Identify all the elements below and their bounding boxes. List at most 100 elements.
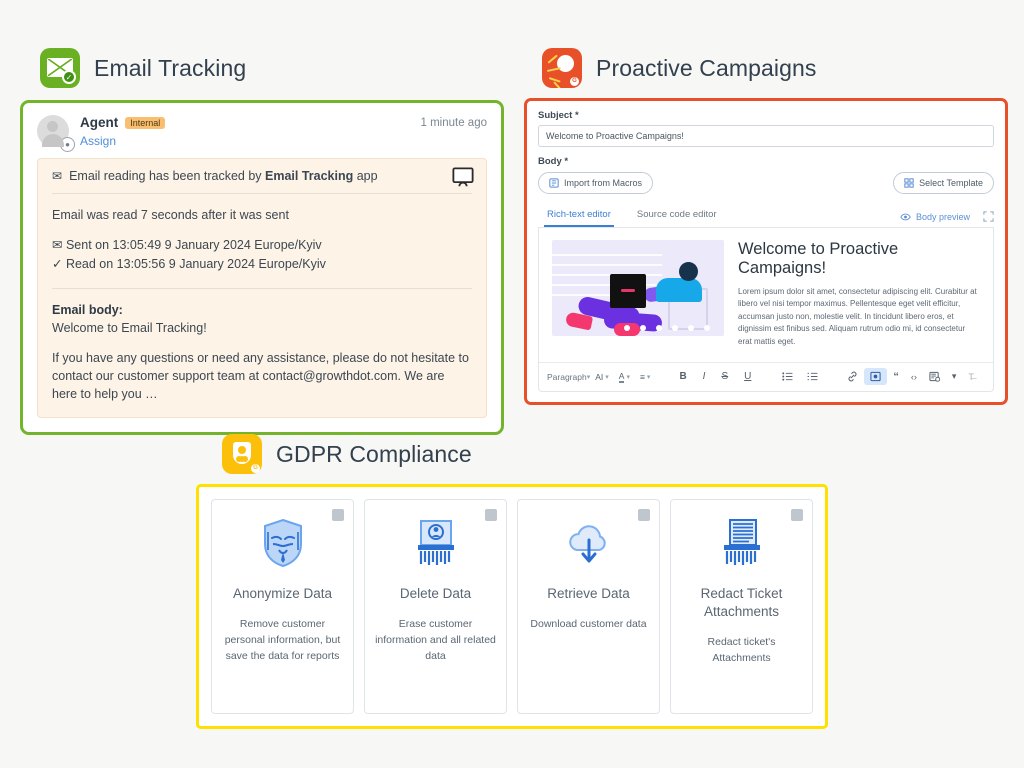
clear-formatting-button[interactable]: T̶ xyxy=(962,369,980,385)
insert-image-button[interactable] xyxy=(864,368,888,386)
block-quote-button[interactable]: “ xyxy=(887,368,905,386)
tab-source-code-editor[interactable]: Source code editor xyxy=(634,205,720,227)
align-label: ≡ xyxy=(639,371,645,382)
tile-checkbox[interactable] xyxy=(485,509,497,521)
block-quote-label: “ xyxy=(893,370,899,383)
underline-button[interactable]: U xyxy=(736,368,759,385)
subject-input[interactable] xyxy=(538,125,994,147)
tracking-headline: ✉ Email reading has been tracked by Emai… xyxy=(52,169,472,193)
macros-icon xyxy=(549,178,559,188)
tile-description: Redact ticket's Attachments xyxy=(707,636,776,665)
source-code-button[interactable]: ‹› xyxy=(905,369,923,385)
numbered-list-icon xyxy=(807,373,818,381)
email-body-block: Email body: Welcome to Email Tracking! xyxy=(52,301,472,337)
monitor-icon[interactable] xyxy=(452,167,474,187)
insert-media-button[interactable] xyxy=(923,368,946,385)
more-options-button[interactable]: ▾ xyxy=(946,368,963,385)
bulleted-list-button[interactable] xyxy=(775,369,800,384)
divider xyxy=(52,287,472,289)
cloud-download-icon xyxy=(528,517,649,569)
tile-checkbox[interactable] xyxy=(791,509,803,521)
underline-label: U xyxy=(744,371,752,383)
email-tracking-title: Email Tracking xyxy=(94,54,247,81)
email-check-icon: ✓ xyxy=(40,48,80,88)
chevron-down-icon: ▾ xyxy=(646,373,651,381)
rich-text-editor[interactable]: Welcome to Proactive Campaigns! Lorem ip… xyxy=(538,228,994,392)
gdpr-tile-retrieve-data[interactable]: Retrieve Data Download customer data xyxy=(517,499,660,714)
tile-checkbox[interactable] xyxy=(332,509,344,521)
email-tracking-header: ✓ Email Tracking xyxy=(40,48,504,88)
tile-description: Download customer data xyxy=(530,618,647,631)
link-button[interactable] xyxy=(841,368,864,385)
tile-title: Delete Data xyxy=(399,586,472,601)
expand-icon[interactable] xyxy=(983,211,994,222)
status-badge: Internal xyxy=(125,116,166,129)
chevron-down-icon: ▾ xyxy=(605,373,609,381)
tile-title: Redact Ticket Attachments xyxy=(700,586,783,620)
gdpr-tile-delete-data[interactable]: Delete Data Erase customer information a… xyxy=(364,499,507,714)
eye-icon xyxy=(900,213,911,220)
email-tracking-card: ● Agent Internal Assign 1 minute ago ✉ E… xyxy=(20,100,504,436)
shield-user-icon: G xyxy=(222,434,262,474)
italic-label: I xyxy=(702,371,706,383)
font-color-label: A xyxy=(618,370,625,383)
strikethrough-button[interactable]: S xyxy=(713,368,736,385)
tracked-suffix: app xyxy=(353,169,378,183)
paragraph-style-value: Paragraph xyxy=(547,371,587,382)
assign-link[interactable]: Assign xyxy=(80,134,421,148)
gdpr-tiles-card: Anonymize Data Remove customer personal … xyxy=(196,484,828,729)
hero-illustration xyxy=(552,240,724,336)
avatar: ● xyxy=(37,115,75,152)
anonymous-mask-shield-icon xyxy=(222,517,343,569)
ai-tool-button[interactable]: AI ▾ xyxy=(590,369,614,385)
editor-content[interactable]: Welcome to Proactive Campaigns! Lorem ip… xyxy=(539,228,993,362)
italic-button[interactable]: I xyxy=(695,368,714,385)
email-body-greeting: Welcome to Email Tracking! xyxy=(52,320,207,335)
numbered-list-button[interactable] xyxy=(800,369,825,384)
read-delay-text: Email was read 7 seconds after it was se… xyxy=(52,208,289,222)
body-preview-button[interactable]: Body preview xyxy=(900,212,970,222)
editor-toolbar: Paragraph ▾ AI ▾ A ▾ ≡ ▾ B I S U “ ‹› ▾ … xyxy=(539,361,993,391)
bold-button[interactable]: B xyxy=(671,368,694,385)
campaign-editor-card: Subject * Body * Import from Macros Sele xyxy=(524,98,1008,405)
import-from-macros-button[interactable]: Import from Macros xyxy=(538,172,654,194)
align-button[interactable]: ≡ ▾ xyxy=(635,369,655,385)
proactive-campaigns-title: Proactive Campaigns xyxy=(596,54,817,81)
ai-tool-label: AI xyxy=(595,371,604,382)
grid-icon xyxy=(904,178,914,188)
read-stamp: ✓ Read on 13:05:56 9 January 2024 Europe… xyxy=(52,256,326,271)
clear-formatting-label: T̶ xyxy=(968,371,974,382)
gdpr-tile-redact-ticket-attachments[interactable]: Redact Ticket Attachments Redact ticket'… xyxy=(670,499,813,714)
tile-checkbox[interactable] xyxy=(638,509,650,521)
import-from-macros-label: Import from Macros xyxy=(564,178,643,188)
chevron-down-icon: ▾ xyxy=(951,371,957,382)
media-icon xyxy=(929,372,940,383)
link-icon xyxy=(848,371,857,382)
body-label: Body * xyxy=(538,156,569,167)
email-body-label: Email body: xyxy=(52,302,123,317)
proactive-campaigns-header: G Proactive Campaigns xyxy=(542,48,1008,88)
tab-rich-text-editor[interactable]: Rich-text editor xyxy=(544,205,614,227)
sent-stamp: ✉ Sent on 13:05:49 9 January 2024 Europe… xyxy=(52,238,322,253)
agent-badge-icon: ● xyxy=(60,137,75,152)
gdpr-header: G GDPR Compliance xyxy=(222,434,828,474)
tile-description: Erase customer information and all relat… xyxy=(375,618,496,662)
strikethrough-label: S xyxy=(721,371,729,383)
paragraph-style-select[interactable]: Paragraph ▾ xyxy=(547,372,590,382)
bold-label: B xyxy=(679,371,687,383)
author-name: Agent xyxy=(80,115,119,130)
subject-label: Subject * xyxy=(538,110,579,121)
font-color-button[interactable]: A ▾ xyxy=(614,368,635,386)
image-icon xyxy=(870,372,881,382)
select-template-button[interactable]: Select Template xyxy=(893,172,994,194)
shredder-user-icon xyxy=(375,517,496,569)
tracking-note: ✉ Email reading has been tracked by Emai… xyxy=(37,158,487,419)
select-template-label: Select Template xyxy=(919,178,983,188)
gdpr-tile-anonymize-data[interactable]: Anonymize Data Remove customer personal … xyxy=(211,499,354,714)
editor-tabs-row: Rich-text editor Source code editor Body… xyxy=(538,205,994,228)
chevron-down-icon: ▾ xyxy=(626,373,630,381)
body-actions-row: Import from Macros Select Template xyxy=(538,172,994,194)
megaphone-burst-icon: G xyxy=(542,48,582,88)
tracked-prefix: Email reading has been tracked by xyxy=(69,169,266,183)
tile-description: Remove customer personal information, bu… xyxy=(224,618,341,662)
